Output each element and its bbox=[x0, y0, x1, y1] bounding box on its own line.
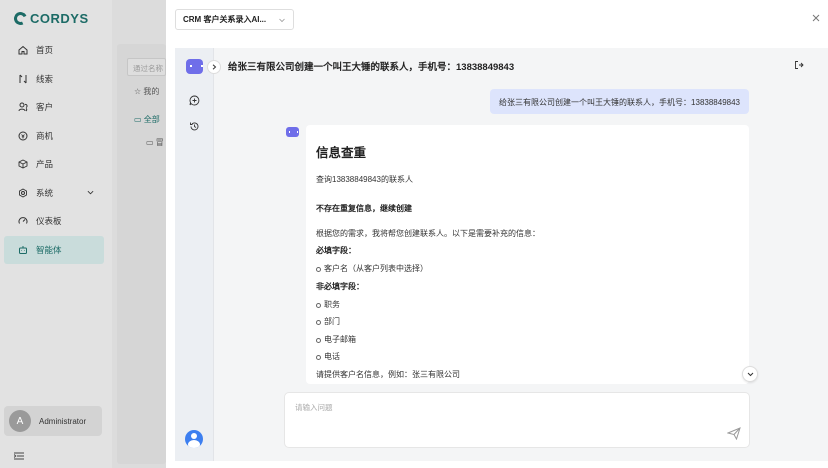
opportunity-icon bbox=[18, 131, 28, 141]
required-list: 客户名（从客户列表中选择） bbox=[316, 264, 739, 273]
nav-label: 客户 bbox=[36, 102, 54, 113]
background-all: ▭ 全部 bbox=[134, 115, 160, 124]
question-input[interactable]: 请输入问题 bbox=[284, 392, 750, 448]
brand-name: CORDYS bbox=[30, 10, 89, 26]
agent-selector[interactable]: CRM 客户关系录入AI... bbox=[175, 9, 294, 30]
history-icon[interactable] bbox=[189, 121, 200, 132]
scroll-to-bottom-button[interactable] bbox=[742, 366, 758, 382]
answer-query: 查询13838849843的联系人 bbox=[316, 174, 413, 184]
nav-item-system[interactable]: 系统 bbox=[4, 179, 104, 208]
nav-label: 产品 bbox=[36, 159, 54, 170]
avatar: A bbox=[9, 410, 31, 432]
settings-icon bbox=[19, 188, 27, 198]
nav-label: 首页 bbox=[36, 45, 54, 56]
nav-label: 仪表板 bbox=[36, 216, 62, 227]
background-sub-item: ▭ 冒 bbox=[146, 138, 164, 147]
optional-label: 非必填字段： bbox=[316, 281, 364, 291]
background-search-input: 通过名称 bbox=[127, 58, 166, 76]
brand-logo[interactable]: CORDYS bbox=[12, 9, 89, 27]
nav-item-agent[interactable]: 智能体 bbox=[4, 235, 104, 264]
list-item: 客户名（从客户列表中选择） bbox=[316, 264, 739, 273]
answer-no-duplicate: 不存在重复信息，继续创建 bbox=[316, 203, 412, 213]
nav-item-opportunities[interactable]: 商机 bbox=[4, 122, 104, 151]
optional-list: 职务 部门 电子邮箱 电话 bbox=[316, 300, 739, 362]
conversation-rail bbox=[175, 48, 214, 461]
lead-icon bbox=[19, 74, 27, 84]
chat-title: 给张三有限公司创建一个叫王大锤的联系人，手机号：13838849843 bbox=[228, 62, 515, 73]
chevron-down-icon bbox=[747, 372, 753, 376]
chevron-down-icon bbox=[279, 18, 285, 23]
home-icon bbox=[18, 46, 28, 55]
user-name: Administrator bbox=[39, 416, 87, 426]
list-item: 部门 bbox=[316, 318, 739, 326]
ai-drawer: CRM 客户关系录入AI... 给张三有限公司创建一个叫王大锤的联系人，手机号：… bbox=[166, 0, 828, 468]
main-nav: 首页 线索 客户 商机 产品 系统 仪表板 智能体 bbox=[4, 36, 104, 264]
question-input-placeholder: 请输入问题 bbox=[295, 403, 333, 412]
agent-selector-value: CRM 客户关系录入AI... bbox=[183, 15, 267, 24]
nav-item-home[interactable]: 首页 bbox=[4, 36, 104, 65]
nav-item-customers[interactable]: 客户 bbox=[4, 93, 104, 122]
customer-icon bbox=[18, 102, 28, 112]
logo-icon bbox=[12, 9, 29, 27]
nav-item-products[interactable]: 产品 bbox=[4, 150, 104, 179]
list-item: 电话 bbox=[316, 353, 739, 361]
product-icon bbox=[18, 159, 28, 169]
nav-item-leads[interactable]: 线索 bbox=[4, 65, 104, 94]
chevron-right-icon bbox=[212, 64, 217, 70]
dashboard-icon bbox=[18, 217, 28, 224]
agent-answer: 信息查重 查询13838849843的联系人 不存在重复信息，继续创建 根据您的… bbox=[306, 125, 749, 384]
agent-message-icon bbox=[286, 127, 299, 137]
nav-label: 智能体 bbox=[36, 244, 62, 255]
expand-button[interactable] bbox=[207, 60, 221, 74]
user-avatar-icon[interactable] bbox=[185, 430, 203, 448]
nav-item-dashboard[interactable]: 仪表板 bbox=[4, 207, 104, 236]
user-profile[interactable]: A Administrator bbox=[4, 406, 102, 436]
nav-label: 系统 bbox=[36, 187, 54, 198]
answer-more: 请提供客户名信息，例如：张三有限公司 bbox=[316, 370, 460, 379]
new-chat-icon[interactable] bbox=[189, 95, 200, 106]
required-label: 必填字段： bbox=[316, 245, 356, 255]
background-panel bbox=[117, 44, 166, 464]
answer-intro: 根据您的需求，我将帮您创建联系人。以下是需要补充的信息： bbox=[316, 228, 540, 238]
nav-label: 商机 bbox=[36, 130, 54, 141]
exit-icon[interactable] bbox=[794, 60, 804, 70]
nav-label: 线索 bbox=[36, 73, 54, 84]
chat-area: 给张三有限公司创建一个叫王大锤的联系人，手机号：13838849843 给张三有… bbox=[175, 48, 828, 461]
list-item: 电子邮箱 bbox=[316, 335, 739, 344]
background-favorites: ☆ 我的 bbox=[134, 87, 160, 96]
agent-icon bbox=[19, 245, 27, 254]
list-item: 职务 bbox=[316, 300, 739, 309]
answer-heading: 信息查重 bbox=[316, 146, 367, 160]
close-icon[interactable] bbox=[812, 14, 820, 22]
chevron-down-icon bbox=[87, 190, 94, 194]
send-icon[interactable] bbox=[727, 427, 741, 440]
collapse-sidebar-icon[interactable] bbox=[14, 452, 24, 460]
user-message: 给张三有限公司创建一个叫王大锤的联系人，手机号：13838849843 bbox=[490, 89, 749, 114]
sidebar: CORDYS 首页 线索 客户 商机 产品 系统 仪表板 智能体 A Admin… bbox=[0, 0, 112, 468]
agent-avatar-icon bbox=[186, 59, 203, 74]
